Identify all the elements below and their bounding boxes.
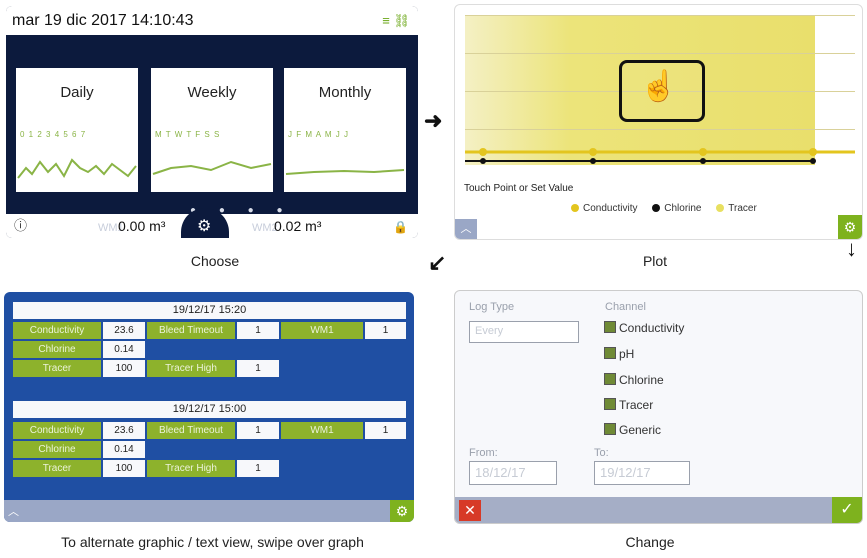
caption-textview: To alternate graphic / text view, swipe … bbox=[61, 534, 364, 550]
cell-label: Tracer bbox=[13, 460, 101, 477]
text-view-screen: 19/12/17 15:20 Conductivity 23.6 Bleed T… bbox=[4, 292, 414, 522]
channel-name: Generic bbox=[619, 423, 662, 437]
channel-checkbox[interactable]: Chlorine bbox=[604, 373, 664, 387]
info-icon[interactable]: ⓘ bbox=[14, 215, 27, 234]
cell-label: Chlorine bbox=[13, 441, 101, 458]
cell-value: 0.14 bbox=[103, 341, 145, 358]
cell-value: 1 bbox=[237, 322, 279, 339]
cell-value: 0.14 bbox=[103, 441, 145, 458]
choose-screen: mar 19 dic 2017 14:10:43 ≡ ⛓ Daily 0 1 2… bbox=[6, 6, 418, 238]
status-bar: mar 19 dic 2017 14:10:43 ≡ ⛓ bbox=[6, 6, 418, 35]
collapse-icon[interactable]: ︿ bbox=[8, 503, 19, 519]
monthly-graph-card[interactable]: Monthly J F M A M J J bbox=[284, 68, 406, 192]
gear-icon: ⚙ bbox=[197, 218, 212, 235]
cell-value: 1 bbox=[237, 460, 279, 477]
channel-checkbox[interactable]: Generic bbox=[604, 423, 661, 437]
channel-name: Tracer bbox=[619, 398, 654, 412]
log-timestamp: 19/12/17 15:20 bbox=[13, 302, 406, 319]
legend-label: Tracer bbox=[728, 203, 757, 214]
channel-name: pH bbox=[619, 347, 635, 361]
cell-label: Tracer High bbox=[147, 460, 235, 477]
log-type-label: Log Type bbox=[469, 301, 515, 313]
caption-plot: Plot bbox=[642, 253, 668, 269]
plot-screen: ☝ Touch Point or Set Value Conductivity … bbox=[454, 4, 863, 240]
card-title: Weekly bbox=[187, 84, 237, 101]
to-label: To: bbox=[594, 447, 609, 459]
lock-icon[interactable]: 🔒 bbox=[393, 220, 408, 234]
legend-label: Conductivity bbox=[583, 203, 638, 214]
legend-swatch bbox=[571, 204, 579, 212]
legend-swatch bbox=[716, 204, 725, 212]
settings-button[interactable]: ⚙ bbox=[390, 500, 414, 522]
change-footer: ✕ ✓ bbox=[455, 497, 862, 523]
cell-label: Tracer High bbox=[147, 360, 235, 377]
cell-value: 1 bbox=[365, 322, 406, 339]
card-title: Daily bbox=[60, 84, 94, 101]
cell-label: WM1 bbox=[281, 322, 363, 339]
legend-swatch bbox=[652, 204, 661, 212]
weekly-graph-card[interactable]: Weekly M T W T F S S bbox=[151, 68, 273, 192]
wm1-value: 0.00 m³ bbox=[118, 218, 166, 234]
daily-graph-card[interactable]: Daily 0 1 2 3 4 5 6 7 bbox=[16, 68, 138, 192]
text-view-footer: ︿ ⚙ bbox=[4, 500, 414, 522]
cell-label: WM1 bbox=[281, 422, 363, 439]
datetime: mar 19 dic 2017 14:10:43 bbox=[12, 12, 194, 29]
cell-value: 100 bbox=[103, 360, 145, 377]
legend-label: Chlorine bbox=[664, 203, 702, 214]
from-label: From: bbox=[469, 447, 498, 459]
wm2-value: 0.02 m³ bbox=[274, 218, 322, 234]
cell-value: 1 bbox=[237, 422, 279, 439]
channel-checkbox[interactable]: Conductivity bbox=[604, 321, 684, 335]
cell-value: 100 bbox=[103, 460, 145, 477]
channel-checkbox[interactable]: Tracer bbox=[604, 398, 653, 412]
cancel-button[interactable]: ✕ bbox=[459, 500, 481, 521]
plot-legend: Conductivity Chlorine Tracer bbox=[559, 203, 757, 214]
gear-icon: ⚙ bbox=[843, 219, 857, 235]
daily-sparkline bbox=[17, 158, 137, 179]
channel-label: Channel bbox=[605, 301, 646, 313]
cell-label: Bleed Timeout bbox=[147, 422, 235, 439]
cell-value: 1 bbox=[237, 360, 279, 377]
to-date-field[interactable]: 19/12/17 bbox=[594, 461, 690, 485]
cell-label: Conductivity bbox=[13, 422, 101, 439]
cell-value: 23.6 bbox=[103, 422, 145, 439]
cell-label: Tracer bbox=[13, 360, 101, 377]
cell-value: 23.6 bbox=[103, 322, 145, 339]
channel-checkbox[interactable]: pH bbox=[604, 347, 634, 361]
card-title: Monthly bbox=[318, 84, 372, 101]
change-screen: Log Type Every Channel Conductivity pH C… bbox=[454, 290, 863, 524]
arrow-down-left-icon: ↙ bbox=[428, 250, 447, 275]
collapse-button[interactable]: ︿ bbox=[455, 219, 477, 239]
caption-choose: Choose bbox=[190, 253, 240, 269]
weekly-sparkline bbox=[152, 160, 272, 175]
arrow-right-icon: ➜ bbox=[424, 108, 443, 133]
caption-change: Change bbox=[625, 534, 675, 550]
confirm-button[interactable]: ✓ bbox=[832, 497, 862, 523]
cell-value: 1 bbox=[365, 422, 406, 439]
cell-label: Conductivity bbox=[13, 322, 101, 339]
plot-hint: Touch Point or Set Value bbox=[464, 183, 574, 194]
arrow-down-icon: ↓ bbox=[846, 236, 857, 261]
from-date-field[interactable]: 18/12/17 bbox=[469, 461, 557, 485]
monthly-sparkline bbox=[285, 169, 405, 175]
channel-name: Chlorine bbox=[619, 373, 664, 387]
cell-label: Bleed Timeout bbox=[147, 322, 235, 339]
cell-label: Chlorine bbox=[13, 341, 101, 358]
swipe-gesture-icon: ☝ bbox=[619, 60, 705, 122]
log-timestamp: 19/12/17 15:00 bbox=[13, 401, 406, 418]
log-type-field[interactable]: Every bbox=[469, 321, 579, 343]
channel-name: Conductivity bbox=[619, 321, 685, 335]
network-icon: ≡ ⛓ bbox=[382, 13, 410, 28]
